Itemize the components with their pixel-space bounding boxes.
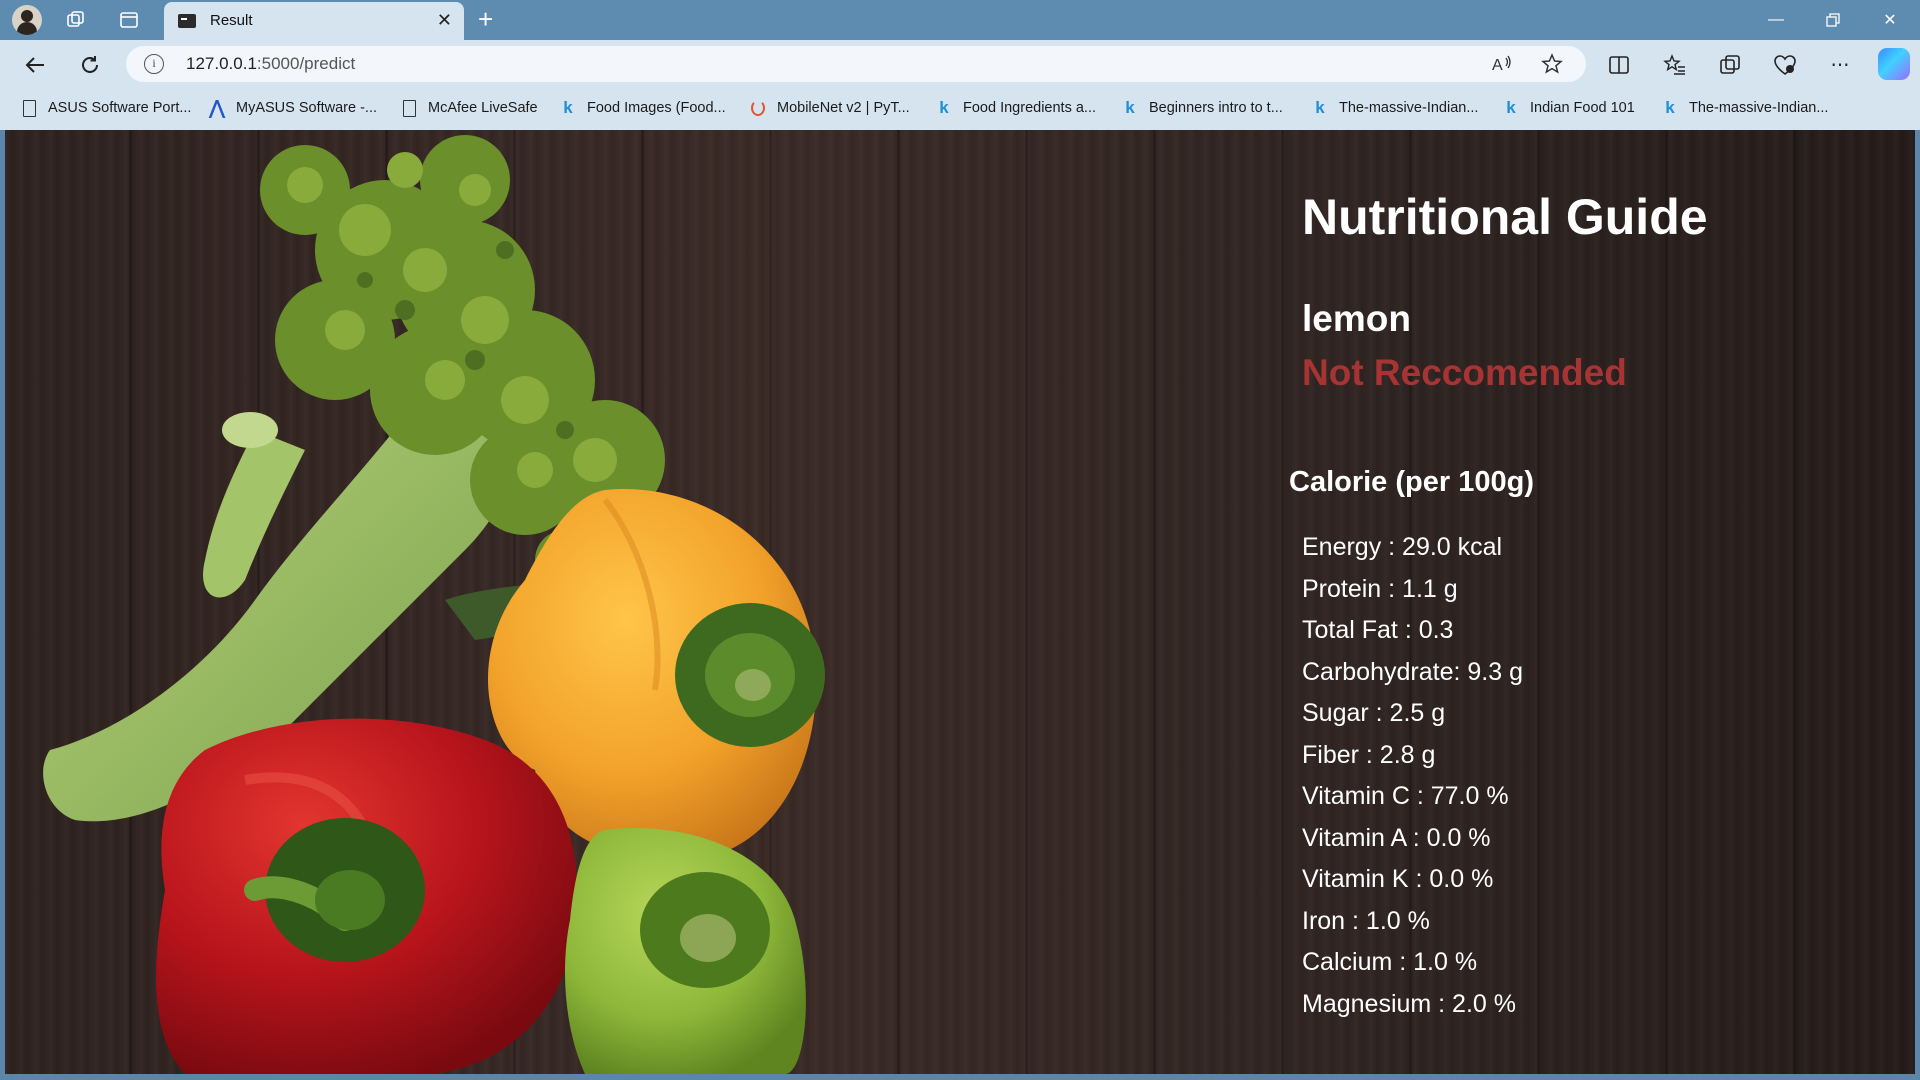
kaggle-icon: k: [1506, 98, 1516, 117]
workspaces-icon[interactable]: [62, 6, 90, 34]
close-tab-icon[interactable]: ✕: [437, 10, 452, 31]
nutrient-total-fat: Total Fat : 0.3: [1302, 616, 1454, 644]
kaggle-icon: k: [563, 98, 573, 117]
bookmark-label: MobileNet v2 | PyT...: [777, 100, 910, 116]
kaggle-icon: k: [1125, 98, 1135, 117]
window-bottom-border: [0, 1074, 1920, 1080]
minimize-button[interactable]: —: [1756, 6, 1796, 34]
page-title: Nutritional Guide: [1302, 189, 1708, 245]
nutrient-list: Energy : 29.0 kcal Protein : 1.1 g Total…: [1302, 527, 1523, 1025]
nutrient-iron: Iron : 1.0 %: [1302, 906, 1430, 935]
vegetables-background-image: [43, 135, 825, 1074]
bookmark-item[interactable]: MobileNet v2 | PyT...: [749, 99, 910, 117]
browser-essentials-icon[interactable]: [1771, 52, 1799, 78]
bookmark-label: The-massive-Indian...: [1339, 100, 1479, 116]
bookmark-item[interactable]: k Indian Food 101: [1502, 98, 1635, 117]
url-host: 127.0.0.1: [186, 54, 257, 73]
svg-text:A: A: [1492, 57, 1503, 74]
restore-button[interactable]: [1813, 6, 1853, 34]
recommendation-status: Not Reccomended: [1302, 352, 1627, 393]
bookmark-label: Food Images (Food...: [587, 100, 726, 116]
calorie-heading: Calorie (per 100g): [1289, 466, 1534, 498]
bookmark-item[interactable]: k Food Ingredients a...: [935, 98, 1096, 117]
copilot-icon[interactable]: [1878, 48, 1910, 80]
bookmark-label: Food Ingredients a...: [963, 100, 1096, 116]
back-button[interactable]: [20, 50, 50, 80]
nutrient-vitamin-k: Vitamin K : 0.0 %: [1302, 865, 1494, 893]
new-tab-button[interactable]: +: [478, 5, 493, 33]
bookmark-label: Indian Food 101: [1530, 100, 1635, 116]
nutrient-carbohydrate: Carbohydrate: 9.3 g: [1302, 657, 1523, 686]
bookmark-label: ASUS Software Port...: [48, 100, 192, 116]
bookmark-item[interactable]: k The-massive-Indian...: [1661, 98, 1829, 117]
bookmark-item[interactable]: k Food Images (Food...: [559, 98, 726, 117]
bookmarks-bar: ASUS Software Port... ⋀ MyASUS Software -…: [0, 88, 1920, 130]
nutrient-calcium: Calcium : 1.0 %: [1302, 948, 1478, 976]
food-name: lemon: [1302, 298, 1411, 339]
bookmark-label: McAfee LiveSafe: [428, 100, 538, 116]
more-options-icon[interactable]: ⋯: [1826, 52, 1854, 78]
terminal-icon: [178, 14, 196, 28]
tab-title: Result: [210, 12, 253, 29]
split-screen-icon[interactable]: [1605, 52, 1633, 78]
favorite-star-icon[interactable]: [1540, 52, 1564, 76]
read-aloud-icon[interactable]: A: [1490, 52, 1514, 76]
bookmark-item[interactable]: ⋀ MyASUS Software -...: [208, 97, 378, 119]
nutrient-energy: Energy : 29.0 kcal: [1302, 533, 1503, 561]
bookmark-label: MyASUS Software -...: [236, 100, 378, 116]
bookmark-item[interactable]: k Beginners intro to t...: [1121, 98, 1283, 117]
url-text[interactable]: 127.0.0.1:5000/predict: [186, 54, 355, 74]
bookmark-item[interactable]: ASUS Software Port...: [20, 99, 191, 117]
address-bar[interactable]: i 127.0.0.1:5000/predict A: [126, 46, 1586, 82]
nutrition-panel: Nutritional Guide lemon Not Reccomended …: [1275, 130, 1895, 1074]
refresh-button[interactable]: [75, 50, 105, 80]
browser-toolbar: i 127.0.0.1:5000/predict A ⋯: [0, 40, 1920, 88]
page-icon: [400, 99, 418, 117]
nutrient-protein: Protein : 1.1 g: [1302, 574, 1458, 603]
nutrient-vitamin-c: Vitamin C : 77.0 %: [1302, 782, 1509, 810]
tab-actions-icon[interactable]: [115, 6, 143, 34]
nutrient-vitamin-a: Vitamin A : 0.0 %: [1302, 823, 1491, 852]
kaggle-icon: k: [1315, 98, 1325, 117]
favorites-icon[interactable]: [1661, 52, 1689, 78]
collections-icon[interactable]: [1716, 52, 1744, 78]
bookmark-label: Beginners intro to t...: [1149, 100, 1283, 116]
pytorch-icon: [749, 99, 767, 117]
tab-result[interactable]: Result ✕: [164, 2, 464, 40]
close-window-button[interactable]: ✕: [1870, 6, 1910, 34]
profile-avatar[interactable]: [12, 5, 42, 35]
kaggle-icon: k: [1665, 98, 1675, 117]
nutrient-sugar: Sugar : 2.5 g: [1302, 699, 1446, 727]
asus-icon: ⋀: [209, 97, 225, 119]
bookmark-label: The-massive-Indian...: [1689, 100, 1829, 116]
bookmark-item[interactable]: McAfee LiveSafe: [400, 99, 538, 117]
browser-title-bar: Result ✕ + — ✕: [0, 0, 1920, 40]
bookmark-item[interactable]: k The-massive-Indian...: [1311, 98, 1479, 117]
site-info-icon[interactable]: i: [144, 54, 164, 74]
page-content: Nutritional Guide lemon Not Reccomended …: [5, 130, 1915, 1074]
url-path: :5000/predict: [256, 54, 356, 73]
nutrient-magnesium: Magnesium : 2.0 %: [1302, 989, 1516, 1018]
nutrient-fiber: Fiber : 2.8 g: [1302, 740, 1436, 769]
page-icon: [20, 99, 38, 117]
kaggle-icon: k: [939, 98, 949, 117]
